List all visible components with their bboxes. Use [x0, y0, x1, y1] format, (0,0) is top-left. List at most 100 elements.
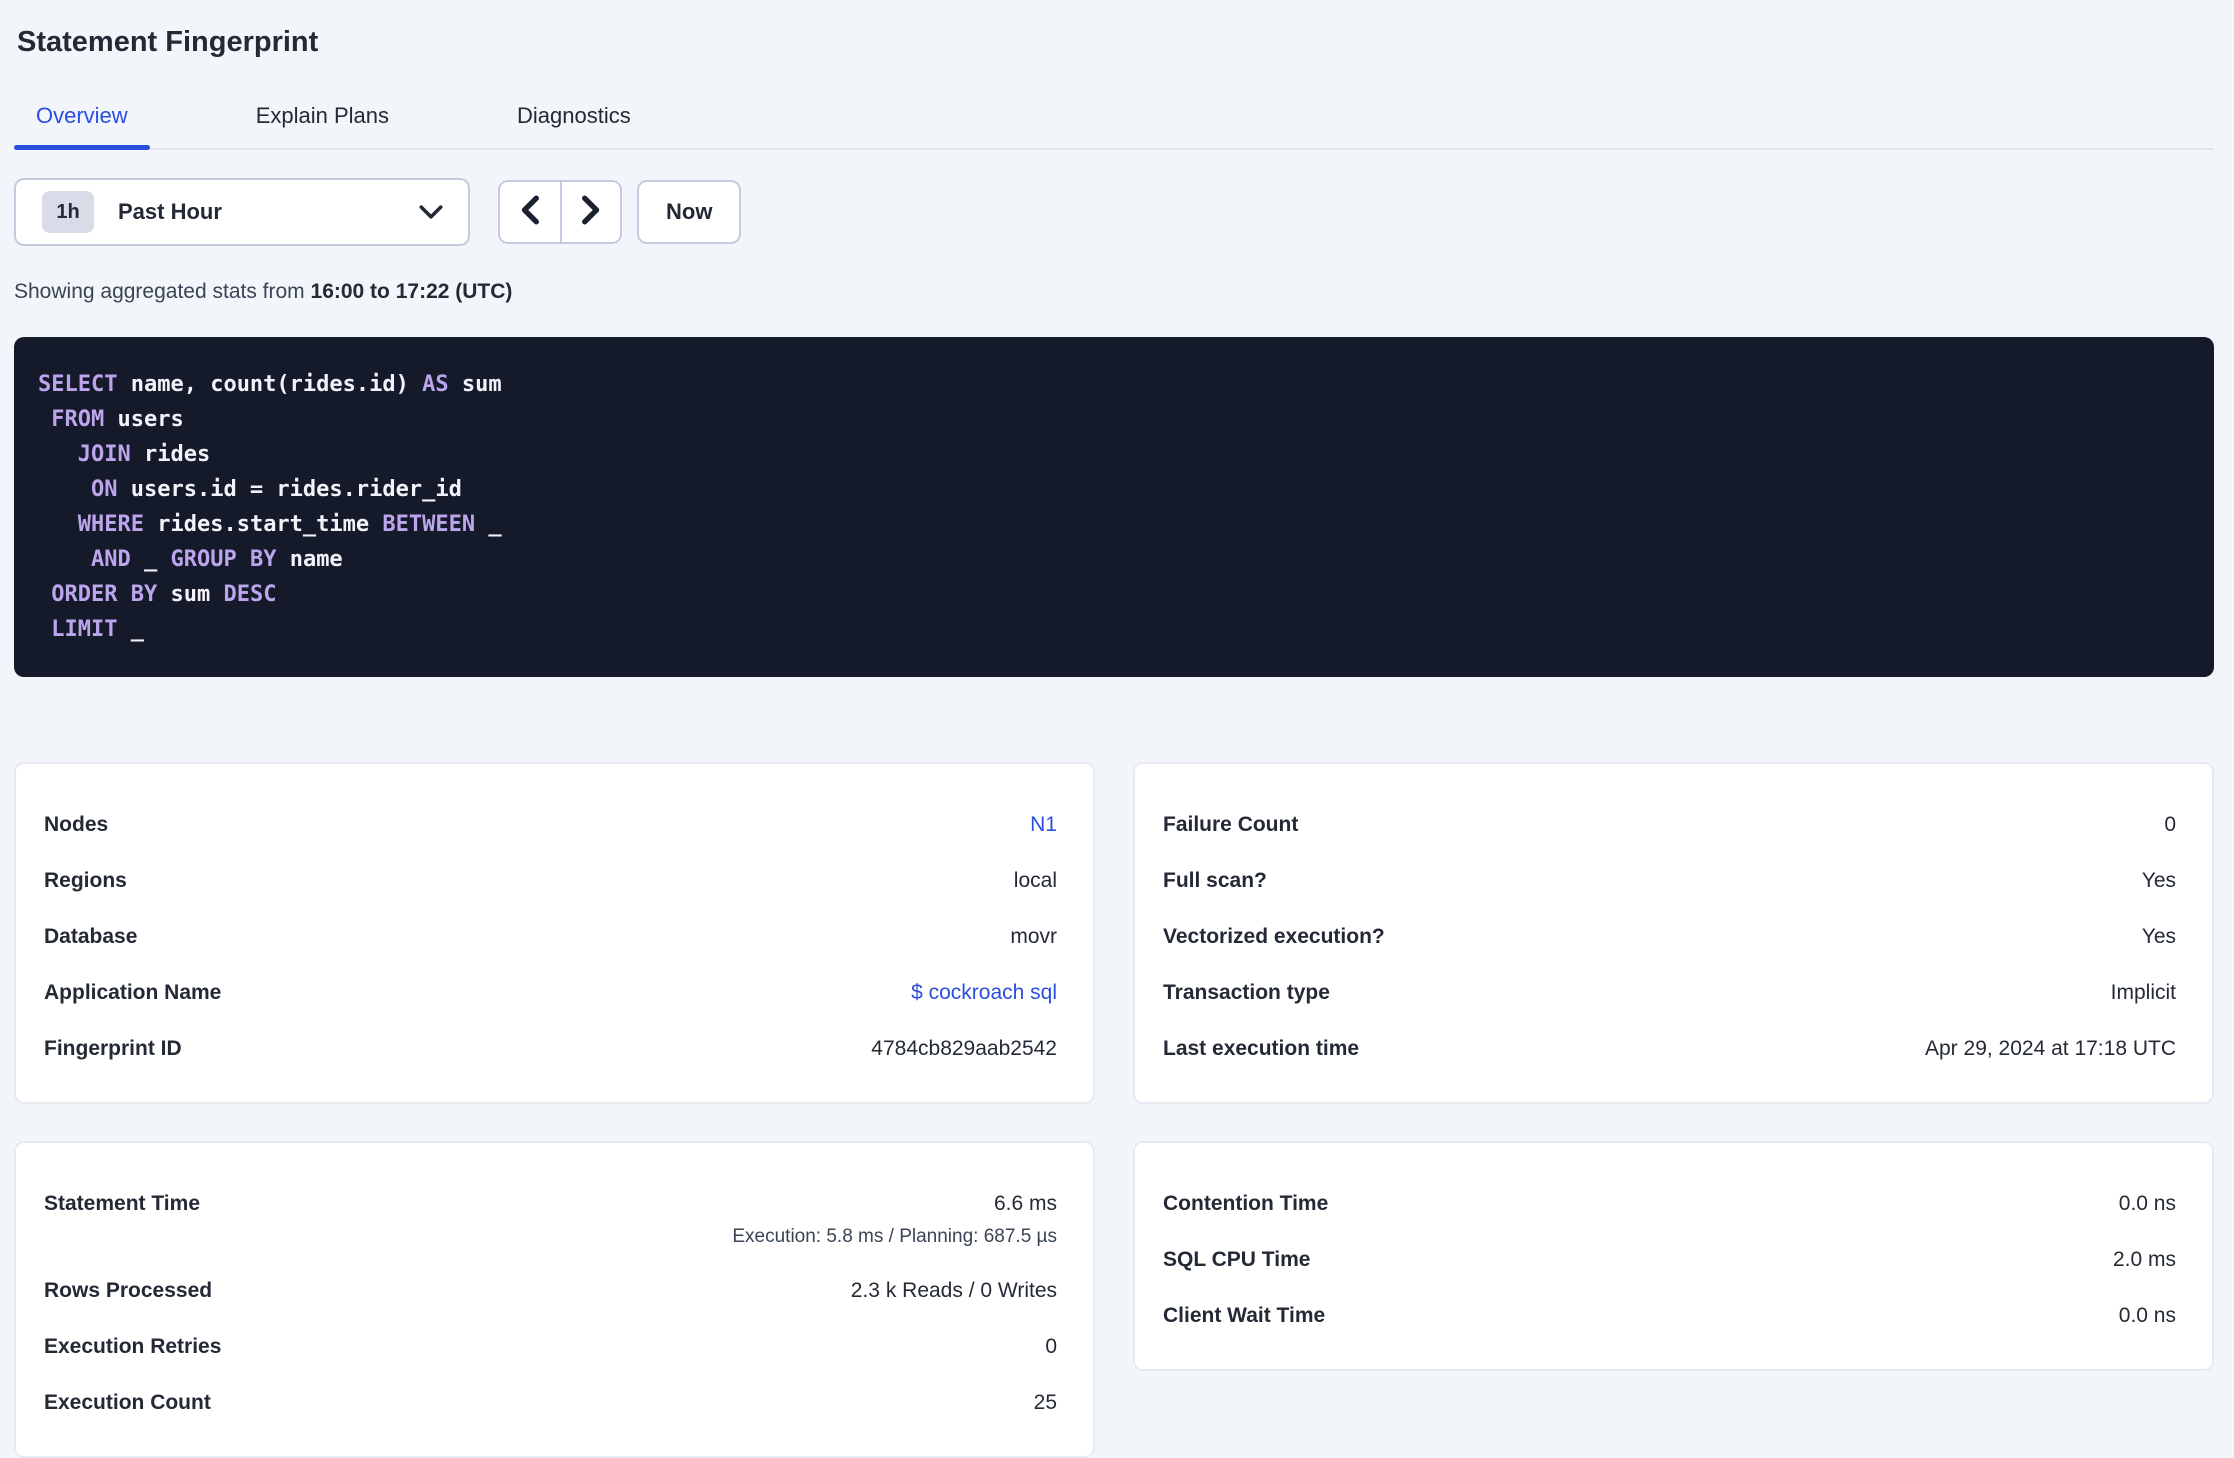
- table-row: Contention Time 0.0 ns: [1163, 1191, 2176, 1217]
- sql-keyword: WHERE: [77, 512, 144, 537]
- summary-cards-row-1: Nodes N1 Regions local Database movr App…: [14, 762, 2214, 1104]
- kv-value: 0: [1045, 1335, 1057, 1358]
- execution-details-card: Failure Count 0 Full scan? Yes Vectorize…: [1133, 762, 2214, 1104]
- kv-value: local: [1013, 869, 1057, 892]
- kv-label: Execution Count: [44, 1391, 211, 1414]
- sql-text: sum: [157, 582, 224, 607]
- kv-value: 0: [2164, 813, 2176, 836]
- sql-statement-box: SELECT name, count(rides.id) AS sum FROM…: [14, 337, 2214, 677]
- aggregation-note-prefix: Showing aggregated stats from: [14, 280, 311, 303]
- sql-text: name, count(rides.id): [117, 372, 423, 397]
- sql-keyword: AS: [422, 372, 449, 397]
- sql-keyword: AND: [90, 547, 131, 572]
- tab-overview[interactable]: Overview: [14, 95, 150, 150]
- aggregation-note-range: 16:00 to 17:22 (UTC): [310, 280, 513, 303]
- kv-label: Regions: [44, 869, 127, 892]
- sql-keyword: LIMIT: [51, 617, 118, 642]
- aggregation-note: Showing aggregated stats from 16:00 to 1…: [14, 280, 2214, 304]
- previous-time-button[interactable]: [500, 182, 560, 242]
- kv-label: Nodes: [44, 813, 109, 836]
- kv-label: Contention Time: [1163, 1192, 1329, 1215]
- kv-value: 0.0 ns: [2118, 1304, 2176, 1327]
- chevron-down-icon: [418, 203, 444, 221]
- table-row: Client Wait Time 0.0 ns: [1163, 1303, 2176, 1329]
- sql-line: ON users.id = rides.rider_id: [38, 472, 2190, 507]
- sql-keyword: SELECT: [38, 372, 118, 397]
- sql-line: ORDER BY sum DESC: [38, 577, 2190, 612]
- kv-label: Full scan?: [1163, 869, 1267, 892]
- sql-keyword: FROM: [51, 407, 105, 432]
- kv-value: 2.3 k Reads / 0 Writes: [850, 1279, 1057, 1302]
- kv-label: Vectorized execution?: [1163, 925, 1385, 948]
- kv-label: Application Name: [44, 981, 222, 1004]
- sql-keyword: BETWEEN: [382, 512, 476, 537]
- table-row: Failure Count 0: [1163, 812, 2176, 838]
- statement-details-card: Nodes N1 Regions local Database movr App…: [14, 762, 1095, 1104]
- kv-value: 2.0 ms: [2112, 1248, 2176, 1271]
- tab-explain-plans[interactable]: Explain Plans: [234, 95, 411, 148]
- next-time-button[interactable]: [560, 182, 620, 242]
- statement-fingerprint-page: Statement Fingerprint Overview Explain P…: [0, 0, 2234, 1458]
- kv-value: 0.0 ns: [2118, 1192, 2176, 1215]
- kv-label: Transaction type: [1163, 981, 1330, 1004]
- table-row: Database movr: [44, 924, 1057, 950]
- table-row: Fingerprint ID 4784cb829aab2542: [44, 1036, 1057, 1062]
- table-row: Rows Processed 2.3 k Reads / 0 Writes: [44, 1278, 1057, 1304]
- table-row: Regions local: [44, 868, 1057, 894]
- table-row: Execution Retries 0: [44, 1334, 1057, 1360]
- sql-keyword: ORDER BY: [51, 582, 158, 607]
- application-name-link[interactable]: $ cockroach sql: [911, 980, 1057, 1006]
- time-toolbar: 1h Past Hour Now: [14, 178, 2214, 246]
- nodes-link[interactable]: N1: [1030, 812, 1057, 838]
- sql-line: LIMIT _: [38, 612, 2190, 647]
- chevron-right-icon: [580, 194, 602, 231]
- sql-text: rides: [130, 442, 211, 467]
- sql-keyword: DESC: [223, 582, 277, 607]
- sql-line: AND _ GROUP BY name: [38, 542, 2190, 577]
- kv-label: Failure Count: [1163, 813, 1299, 836]
- kv-label: Database: [44, 925, 138, 948]
- table-row: Execution Count 25: [44, 1390, 1057, 1416]
- table-row: Application Name $ cockroach sql: [44, 980, 1057, 1006]
- table-row: Statement Time 6.6 ms Execution: 5.8 ms …: [44, 1191, 1057, 1248]
- chevron-left-icon: [519, 194, 541, 231]
- sql-line: WHERE rides.start_time BETWEEN _: [38, 507, 2190, 542]
- sql-text: name: [276, 547, 343, 572]
- time-range-label: Past Hour: [118, 199, 222, 224]
- kv-value: Implicit: [2110, 981, 2176, 1004]
- sql-line: SELECT name, count(rides.id) AS sum: [38, 367, 2190, 402]
- sql-text: _: [130, 547, 171, 572]
- summary-cards-row-2: Statement Time 6.6 ms Execution: 5.8 ms …: [14, 1141, 2214, 1458]
- sql-text: rides.start_time: [143, 512, 383, 537]
- kv-label: Rows Processed: [44, 1279, 213, 1302]
- kv-label: Statement Time: [44, 1192, 200, 1215]
- tab-diagnostics[interactable]: Diagnostics: [495, 95, 653, 148]
- now-button[interactable]: Now: [637, 180, 742, 244]
- fingerprint-id-value: 4784cb829aab2542: [871, 1037, 1057, 1060]
- time-range-dropdown[interactable]: 1h Past Hour: [14, 178, 470, 246]
- sql-keyword: GROUP BY: [170, 547, 277, 572]
- sql-line: FROM users: [38, 402, 2190, 437]
- table-row: Last execution time Apr 29, 2024 at 17:1…: [1163, 1036, 2176, 1062]
- kv-label: Execution Retries: [44, 1335, 222, 1358]
- statement-times-card: Statement Time 6.6 ms Execution: 5.8 ms …: [14, 1141, 1095, 1458]
- sql-text: sum: [448, 372, 502, 397]
- sql-keyword: ON: [90, 477, 118, 502]
- kv-label: Fingerprint ID: [44, 1037, 182, 1060]
- tab-bar: Overview Explain Plans Diagnostics: [14, 95, 2214, 150]
- sql-keyword: JOIN: [77, 442, 131, 467]
- kv-label: Client Wait Time: [1163, 1304, 1326, 1327]
- last-execution-time-value: Apr 29, 2024 at 17:18 UTC: [1925, 1037, 2176, 1060]
- kv-label: SQL CPU Time: [1163, 1248, 1311, 1271]
- kv-value: Yes: [2141, 869, 2176, 892]
- table-row: Nodes N1: [44, 812, 1057, 838]
- table-row: Transaction type Implicit: [1163, 980, 2176, 1006]
- sql-text: _: [117, 617, 144, 642]
- page-title: Statement Fingerprint: [17, 26, 319, 58]
- sql-text: _: [475, 512, 502, 537]
